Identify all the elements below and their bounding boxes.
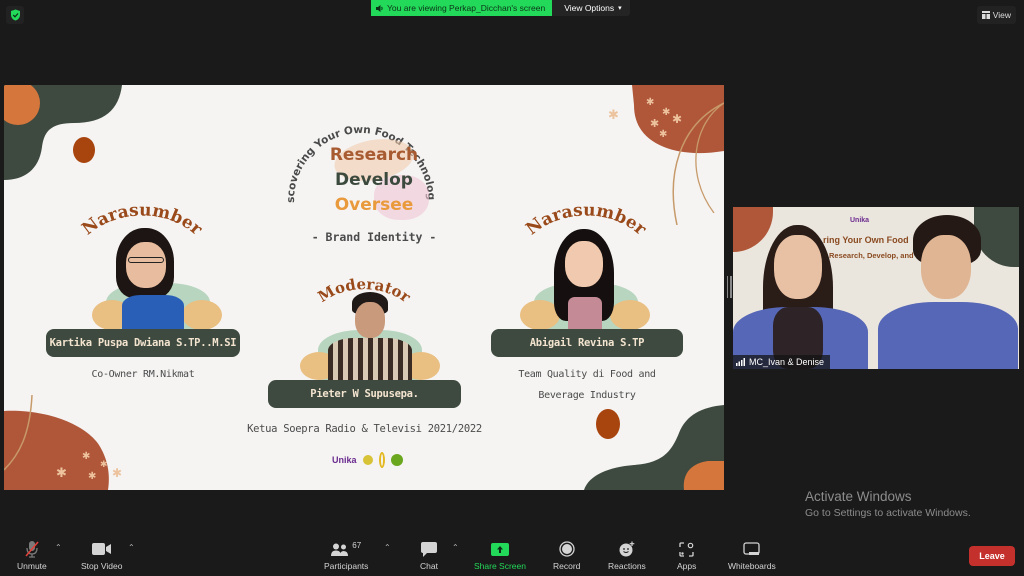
moderator-photo [300, 290, 440, 380]
activate-title: Activate Windows [805, 489, 912, 504]
speaker-right-photo [520, 225, 650, 331]
meeting-toolbar: Unmute ⌃ Stop Video ⌃ 67 Participants ⌃ … [0, 532, 1024, 576]
unmute-label: Unmute [17, 561, 47, 571]
apps-icon [679, 541, 694, 557]
logo-badge-3 [390, 454, 403, 466]
shield-check-icon [10, 9, 20, 21]
speaker-right-role-line1: Team Quality di Food and [518, 369, 656, 380]
participants-count: 67 [352, 541, 362, 550]
decor-bottom-left: ✱ ✱ ✱ ✱ ✱ [4, 395, 122, 490]
speaker-left-photo [92, 225, 222, 331]
chevron-down-icon: ▾ [618, 5, 622, 12]
moderator-role: Ketua Soepra Radio & Televisi 2021/2022 [247, 423, 482, 435]
microphone-muted-icon [25, 541, 39, 558]
svg-text:✱: ✱ [646, 97, 654, 108]
video-bg-blob-rust [733, 207, 773, 252]
chat-button[interactable]: Chat [420, 540, 438, 571]
security-shield-button[interactable] [6, 6, 24, 24]
svg-text:✱: ✱ [659, 129, 667, 140]
title-develop: Develop [335, 170, 413, 190]
panel-resize-handle[interactable] [726, 276, 732, 298]
svg-text:✱: ✱ [608, 107, 619, 122]
svg-text:✱: ✱ [56, 465, 67, 480]
decor-ring-right [695, 102, 724, 213]
svg-text:✱: ✱ [662, 107, 670, 118]
view-button[interactable]: View [976, 6, 1016, 24]
participants-options-caret[interactable]: ⌃ [384, 543, 391, 552]
view-label: View [992, 10, 1011, 20]
activate-windows-watermark: Activate Windows Go to Settings to activ… [805, 489, 971, 519]
video-camera-icon [91, 543, 111, 555]
reactions-button[interactable]: Reactions [608, 540, 646, 571]
speaker-right-role-line2: Beverage Industry [538, 390, 636, 401]
whiteboards-label: Whiteboards [728, 561, 776, 571]
screen-share-banner: You are viewing Perkap_Dicchan's screen … [371, 0, 630, 16]
video-bg-text-1: ring Your Own Food [823, 235, 909, 245]
video-bg-logo: Unika [850, 217, 870, 224]
speaker-right-name: Abigail Revina S.TP [491, 329, 683, 357]
whiteboards-button[interactable]: Whiteboards [728, 540, 776, 571]
speaker-left-name: Kartika Puspa Dwiana S.TP..M.SI [46, 329, 240, 357]
svg-text:✱: ✱ [88, 471, 96, 482]
activate-subtitle: Go to Settings to activate Windows. [805, 507, 971, 519]
title-research: Research [329, 145, 419, 165]
chat-options-caret[interactable]: ⌃ [452, 543, 459, 552]
video-bg-text-2: Research, Develop, and [829, 251, 914, 260]
stop-video-label: Stop Video [81, 561, 123, 571]
view-options-label: View Options [564, 3, 615, 13]
viewing-text: You are viewing Perkap_Dicchan's screen [387, 3, 546, 13]
reactions-label: Reactions [608, 561, 646, 571]
participant-name: MC_Ivan & Denise [749, 357, 825, 367]
leave-button[interactable]: Leave [969, 546, 1015, 566]
record-label: Record [553, 561, 581, 571]
svg-text:✱: ✱ [82, 451, 90, 462]
moderator-name: Pieter W Supusepa. [268, 380, 461, 408]
stop-video-button[interactable]: Stop Video [81, 540, 122, 571]
brand-identity: - Brand Identity - [311, 230, 437, 244]
decor-bottom-right [584, 405, 724, 490]
participants-icon [331, 543, 349, 556]
share-screen-button[interactable]: Share Screen [474, 540, 526, 571]
logo-badge-2 [378, 452, 385, 468]
share-screen-arrow-icon [490, 542, 509, 556]
video-options-caret[interactable]: ⌃ [128, 543, 135, 552]
signal-strength-icon [736, 358, 745, 366]
unmute-button[interactable]: Unmute [17, 540, 47, 571]
participants-label: Participants [324, 561, 369, 571]
logo-badge-1 [362, 455, 373, 465]
record-icon [559, 541, 575, 557]
participants-button[interactable]: 67 Participants [324, 540, 368, 571]
svg-text:✱: ✱ [112, 466, 122, 480]
share-screen-label: Share Screen [474, 561, 526, 571]
decor-top-left [4, 85, 122, 180]
apps-label: Apps [677, 561, 697, 571]
svg-text:✱: ✱ [650, 118, 659, 130]
speaker-left-role: Co-Owner RM.Nikmat [91, 369, 195, 380]
apps-button[interactable]: Apps [677, 540, 696, 571]
view-options-button[interactable]: View Options ▾ [552, 0, 630, 16]
grid-view-icon [981, 11, 990, 19]
chat-bubble-icon [420, 541, 437, 557]
participant-name-label: MC_Ivan & Denise [733, 355, 831, 369]
title-oversee: Oversee [334, 195, 414, 215]
chat-label: Chat [420, 561, 438, 571]
emoji-plus-icon [619, 541, 635, 557]
svg-text:✱: ✱ [100, 459, 108, 469]
record-button[interactable]: Record [553, 540, 580, 571]
shared-screen: ✱ ✱ ✱ ✱ ✱ ✱ ✱ ✱ ✱ ✱ ✱ Discovering Your O… [4, 85, 724, 490]
sponsor-logos: Unika Soegijapranata Unika [326, 452, 403, 468]
viewing-notice: You are viewing Perkap_Dicchan's screen [371, 0, 553, 16]
audio-options-caret[interactable]: ⌃ [55, 543, 62, 552]
whiteboard-icon [743, 542, 761, 555]
speaker-icon [376, 4, 383, 12]
video-tile-mc[interactable]: Unika ring Your Own Food Research, Devel… [733, 207, 1019, 369]
